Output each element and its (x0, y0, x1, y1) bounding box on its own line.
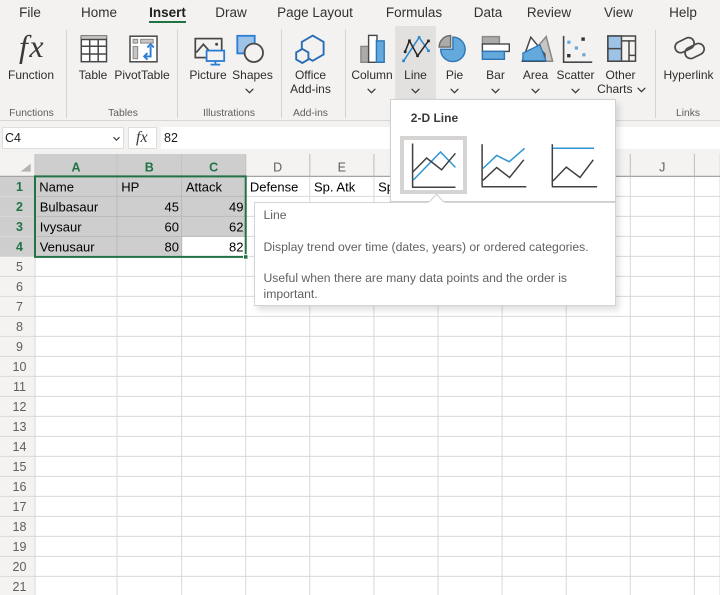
svg-text:49: 49 (229, 200, 243, 215)
svg-text:19: 19 (13, 540, 27, 554)
svg-text:Name: Name (39, 180, 74, 195)
svg-text:A: A (71, 160, 80, 174)
svg-text:B: B (145, 160, 154, 174)
svg-text:E: E (338, 160, 346, 174)
svg-text:82: 82 (229, 240, 243, 255)
svg-text:Venusaur: Venusaur (40, 240, 96, 255)
svg-text:Ivysaur: Ivysaur (40, 220, 83, 235)
svg-text:8: 8 (16, 320, 23, 334)
svg-text:15: 15 (13, 460, 27, 474)
svg-text:Defense: Defense (250, 180, 298, 195)
svg-text:3: 3 (16, 220, 23, 234)
svg-text:12: 12 (13, 400, 27, 414)
svg-text:45: 45 (165, 200, 179, 215)
svg-text:C: C (209, 160, 218, 174)
svg-text:18: 18 (13, 520, 27, 534)
svg-text:17: 17 (13, 500, 27, 514)
svg-text:4: 4 (16, 240, 23, 254)
svg-text:21: 21 (13, 580, 27, 594)
svg-text:2: 2 (16, 200, 23, 214)
svg-text:11: 11 (13, 380, 26, 394)
svg-text:60: 60 (165, 220, 179, 235)
svg-text:13: 13 (13, 420, 27, 434)
svg-text:16: 16 (13, 480, 27, 494)
svg-text:HP: HP (121, 180, 139, 195)
svg-text:J: J (659, 160, 665, 174)
svg-text:1: 1 (16, 180, 23, 194)
svg-text:Bulbasaur: Bulbasaur (40, 200, 99, 215)
svg-text:10: 10 (13, 360, 27, 374)
svg-text:7: 7 (16, 300, 23, 314)
svg-text:62: 62 (229, 220, 243, 235)
svg-text:5: 5 (16, 260, 23, 274)
svg-text:80: 80 (165, 240, 179, 255)
svg-text:6: 6 (16, 280, 23, 294)
svg-text:14: 14 (13, 440, 27, 454)
svg-text:Sp. Atk: Sp. Atk (314, 180, 356, 195)
svg-text:9: 9 (16, 340, 23, 354)
svg-text:D: D (273, 160, 282, 174)
svg-text:20: 20 (13, 560, 27, 574)
svg-text:Attack: Attack (186, 180, 223, 195)
